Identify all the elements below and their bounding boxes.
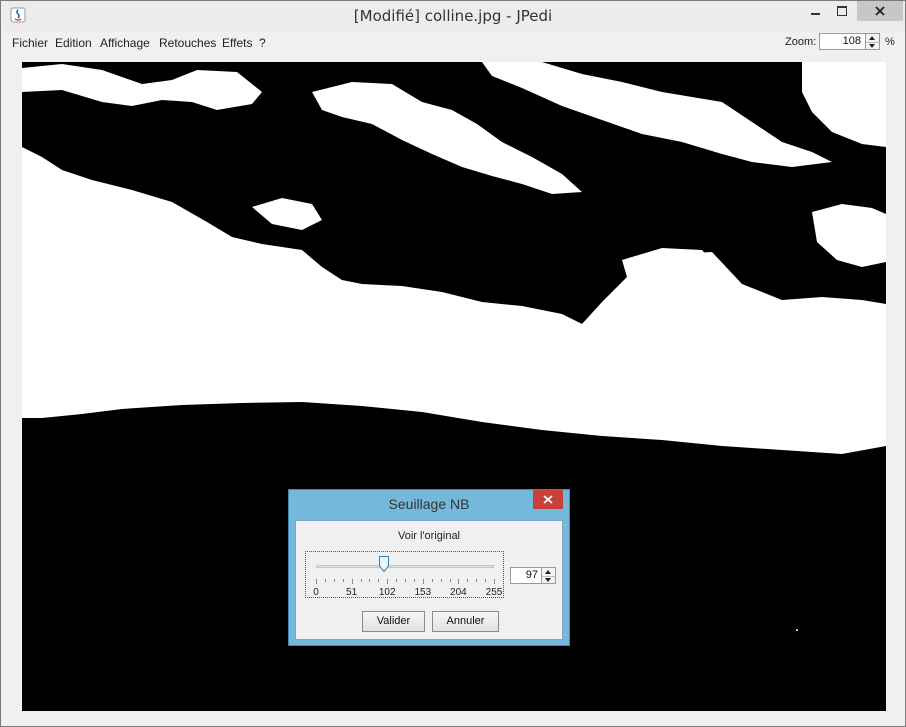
tick-label: 0 xyxy=(313,587,319,598)
menu-affichage[interactable]: Affichage xyxy=(100,36,150,50)
slider-tick xyxy=(316,579,317,584)
dialog-close-button[interactable] xyxy=(533,490,563,509)
menu-edition[interactable]: Edition xyxy=(55,36,92,50)
slider-tick xyxy=(440,579,442,582)
zoom-input[interactable]: 108 xyxy=(819,33,866,50)
tick-label: 255 xyxy=(485,587,503,598)
slider-tick xyxy=(422,579,424,584)
slider-tick xyxy=(485,579,487,582)
title-bar: [Modifié] colline.jpg - JPedi xyxy=(1,1,905,31)
menu-help[interactable]: ? xyxy=(259,36,266,50)
slider-tick xyxy=(449,579,451,582)
slider-track[interactable] xyxy=(316,565,494,568)
voir-original-toggle[interactable]: Voir l'original xyxy=(296,530,562,542)
menu-fichier[interactable]: Fichier xyxy=(12,36,48,50)
tick-label: 204 xyxy=(450,587,467,598)
slider-tick xyxy=(333,579,335,582)
slider-tick xyxy=(396,579,398,582)
slider-thumb[interactable] xyxy=(378,556,389,572)
close-icon xyxy=(543,495,553,504)
slider-tick xyxy=(494,579,495,584)
threshold-dialog: Seuillage NB Voir l'original 0 51 102 15… xyxy=(288,489,570,646)
slider-tick xyxy=(467,579,469,582)
slider-tick xyxy=(431,579,433,582)
slider-tick xyxy=(342,579,344,582)
zoom-unit: % xyxy=(885,36,895,48)
tick-label: 51 xyxy=(346,587,358,598)
valider-button[interactable]: Valider xyxy=(362,611,425,632)
slider-tick xyxy=(476,579,478,582)
close-button[interactable] xyxy=(857,1,903,21)
slider-tick xyxy=(413,579,415,582)
slider-tick xyxy=(387,579,389,584)
maximize-button[interactable] xyxy=(827,1,857,21)
slider-tick xyxy=(360,579,362,582)
window-title: [Modifié] colline.jpg - JPedi xyxy=(353,7,553,25)
threshold-spinner[interactable] xyxy=(542,567,556,584)
zoom-down-arrow-icon[interactable] xyxy=(866,42,879,50)
slider-ticks xyxy=(306,579,505,585)
menu-effets[interactable]: Effets xyxy=(222,36,252,50)
tick-label: 102 xyxy=(378,587,396,598)
app-window: [Modifié] colline.jpg - JPedi Fichier Ed… xyxy=(0,0,906,727)
slider-tick xyxy=(405,579,406,582)
menu-bar: Fichier Edition Affichage Retouches Effe… xyxy=(1,32,905,54)
dialog-body: Voir l'original 0 51 102 153 204 255 97 … xyxy=(295,520,563,640)
close-icon xyxy=(875,6,885,16)
slider-tick xyxy=(378,579,380,582)
value-down-arrow-icon[interactable] xyxy=(542,576,555,584)
threshold-slider[interactable]: 0 51 102 153 204 255 xyxy=(305,551,504,598)
annuler-button[interactable]: Annuler xyxy=(432,611,499,632)
tick-label: 153 xyxy=(414,587,432,598)
slider-tick xyxy=(324,579,326,582)
slider-tick xyxy=(369,579,371,582)
menu-retouches[interactable]: Retouches xyxy=(159,36,216,50)
dialog-title: Seuillage NB xyxy=(388,496,470,512)
slider-tick xyxy=(458,579,460,584)
zoom-label: Zoom: xyxy=(785,36,817,48)
slider-tick xyxy=(351,579,353,584)
zoom-spinner[interactable] xyxy=(866,33,880,50)
threshold-value-input[interactable]: 97 xyxy=(510,567,542,584)
